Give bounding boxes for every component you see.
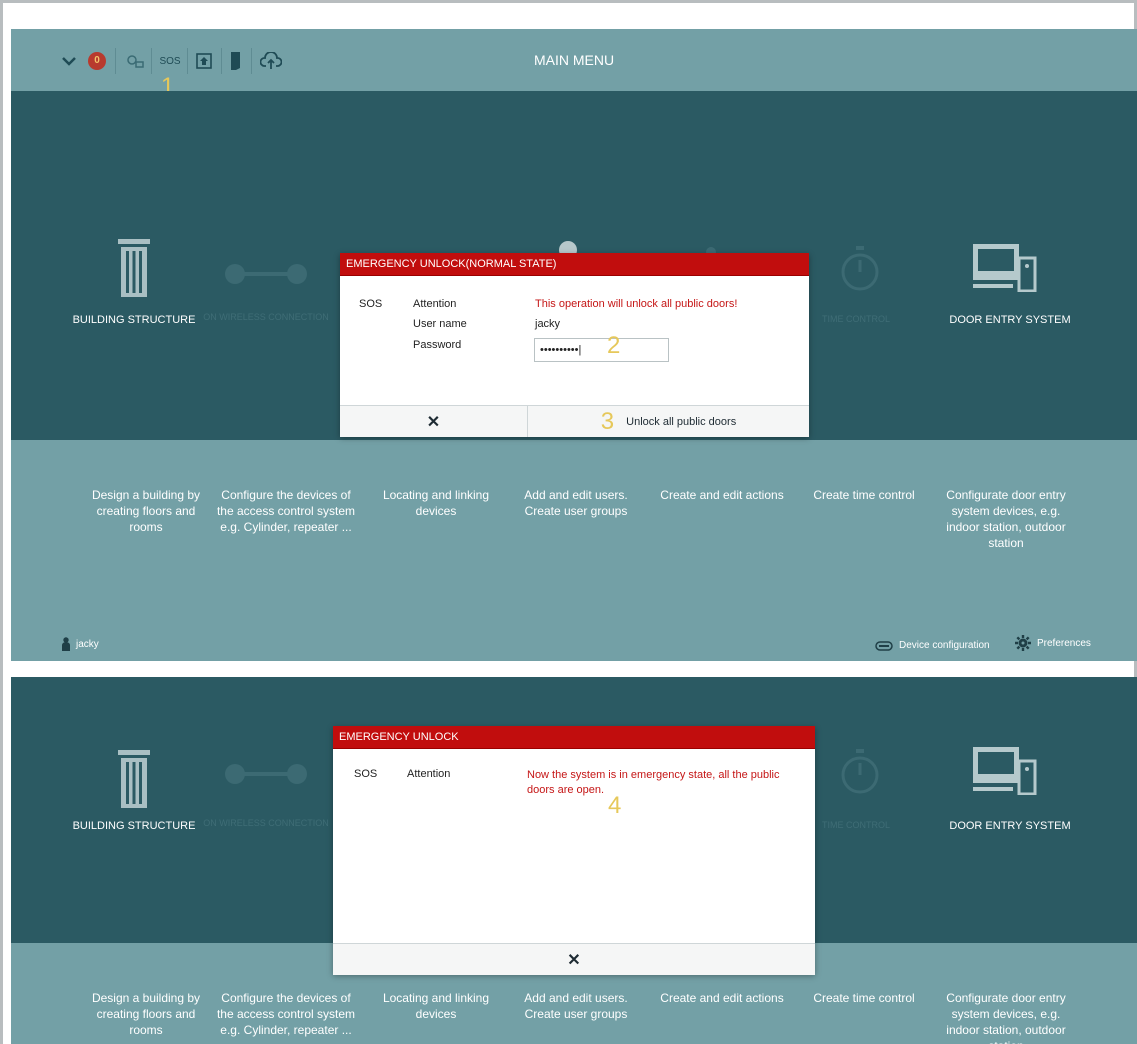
desc-building: Design a building by creating floors and… [91, 991, 201, 1037]
emergency-state-text: Now the system is in emergency state, al… [527, 769, 780, 796]
desc-time: Create time control [813, 991, 915, 1005]
username-label: User name [413, 318, 467, 330]
link-icon [224, 763, 308, 790]
close-button[interactable]: ✕ [333, 944, 815, 975]
password-label: Password [413, 339, 462, 351]
desc-building: Design a building by creating floors and… [91, 488, 201, 534]
username-value: jacky [535, 318, 561, 330]
desc-time: Create time control [813, 488, 915, 502]
link-icon [224, 263, 308, 290]
building-icon[interactable] [118, 239, 150, 302]
tile-door-entry-system[interactable]: DOOR ENTRY SYSTEM [925, 820, 1095, 832]
attention-text: This operation will unlock all public do… [535, 298, 738, 310]
building-icon[interactable] [118, 750, 150, 813]
emergency-state-screen: BUILDING STRUCTURE ON WIRELESS CONNECTIO… [11, 677, 1137, 1044]
unlock-all-doors-button[interactable]: 3 Unlock all public doors [528, 406, 809, 437]
annotation-4: 4 [608, 792, 622, 819]
desc-door-entry: Configurate door entry system devices, e… [946, 488, 1066, 550]
preferences-label: Preferences [1037, 637, 1091, 649]
preferences-button[interactable]: Preferences [1015, 635, 1091, 651]
dialog-title: EMERGENCY UNLOCK [333, 726, 815, 749]
tile-wireless-connection: ON WIRELESS CONNECTION [203, 312, 329, 322]
desc-access-control: Configure the devices of the access cont… [216, 991, 356, 1037]
emergency-unlock-dialog: EMERGENCY UNLOCK(NORMAL STATE) SOS Atten… [340, 253, 809, 437]
attention-label: Attention [413, 298, 457, 310]
device-configuration-button[interactable]: Device configuration [875, 640, 990, 651]
password-field[interactable]: ••••••••••| [534, 338, 669, 362]
page-title: MAIN MENU [533, 52, 615, 68]
monitor-icon[interactable] [973, 244, 1037, 297]
dialog-footer: ✕ 3 Unlock all public doors [340, 405, 809, 437]
dialog-sos-label: SOS [359, 298, 383, 310]
tile-door-entry-system[interactable]: DOOR ENTRY SYSTEM [925, 314, 1095, 326]
desc-users: Add and edit users. Create user groups [524, 488, 628, 518]
annotation-2: 2 [607, 332, 621, 359]
desc-locating: Locating and linking devices [382, 488, 490, 518]
desc-actions: Create and edit actions [660, 488, 784, 502]
timer-icon [841, 246, 879, 297]
device-configuration-label: Device configuration [899, 640, 990, 651]
main-menu-screen: 0 SOS MAIN MENU 1 BUILDING STRUCTURE ON … [11, 29, 1137, 661]
password-value: •••••••••• [540, 344, 579, 356]
annotation-3: 3 [600, 407, 615, 435]
user-info[interactable]: jacky [62, 637, 99, 651]
cancel-button[interactable]: ✕ [340, 406, 528, 437]
emergency-state-dialog: EMERGENCY UNLOCK SOS Attention Now the s… [333, 726, 815, 975]
monitor-icon[interactable] [973, 747, 1037, 800]
dialog-sos-label: SOS [354, 768, 378, 780]
desc-door-entry: Configurate door entry system devices, e… [946, 991, 1066, 1044]
desc-access-control: Configure the devices of the access cont… [216, 488, 356, 534]
unlock-all-doors-label: Unlock all public doors [626, 415, 737, 428]
tile-wireless-connection: ON WIRELESS CONNECTION [203, 818, 329, 828]
device-icon [875, 640, 893, 651]
desc-locating: Locating and linking devices [382, 991, 490, 1021]
timer-icon [841, 749, 879, 800]
attention-label: Attention [407, 768, 451, 780]
dialog-title: EMERGENCY UNLOCK(NORMAL STATE) [340, 253, 809, 276]
text-cursor: | [578, 344, 582, 356]
desc-actions: Create and edit actions [660, 991, 784, 1005]
gear-icon [1015, 635, 1031, 651]
person-icon [62, 637, 70, 651]
top-bar: 0 SOS MAIN MENU 1 [11, 29, 1137, 100]
current-user: jacky [76, 638, 99, 650]
dialog-footer: ✕ [333, 943, 815, 975]
desc-users: Add and edit users. Create user groups [524, 991, 628, 1021]
